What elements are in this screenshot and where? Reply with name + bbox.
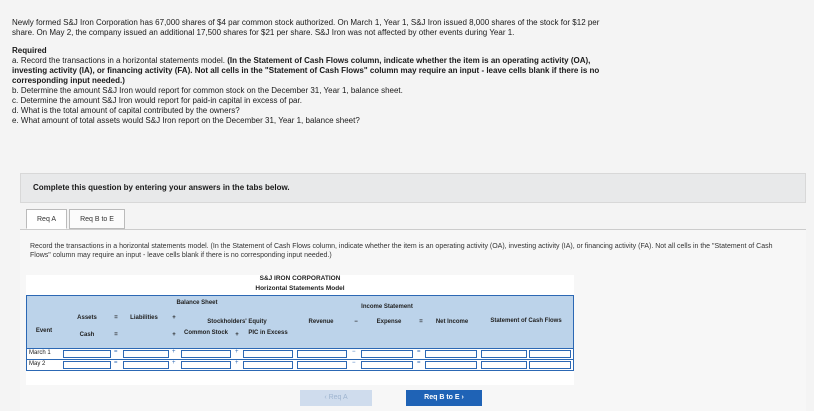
assets-header: Assets [77, 315, 97, 321]
minus-sign: − [354, 319, 358, 325]
tab-req-b-to-e[interactable]: Req B to E [69, 209, 125, 229]
cash-input[interactable] [63, 350, 111, 358]
tab-content: Record the transactions in a horizontal … [20, 229, 806, 411]
balance-sheet-header: Balance Sheet [176, 300, 218, 306]
revenue-header: Revenue [308, 319, 334, 325]
common-stock-input[interactable] [181, 361, 231, 369]
net-income-input[interactable] [425, 350, 477, 358]
statement-of-cash-flows-header: Statement of Cash Flows [490, 318, 562, 324]
liabilities-input[interactable] [123, 361, 169, 369]
next-tab-button[interactable]: Req B to E › [406, 390, 482, 406]
net-income-header: Net Income [435, 319, 469, 325]
cash-input[interactable] [63, 361, 111, 369]
expense-header: Expense [376, 319, 402, 325]
income-statement-header: Income Statement [361, 304, 413, 310]
pic-in-excess-header: PIC in Excess [248, 330, 288, 336]
revenue-input[interactable] [297, 350, 347, 358]
common-stock-header: Common Stock [183, 330, 228, 336]
cash-flow-activity-input[interactable] [529, 361, 571, 369]
problem-statement: Newly formed S&J Iron Corporation has 67… [12, 18, 612, 126]
minus-sign: − [352, 360, 356, 366]
requirement-e: e. What amount of total assets would S&J… [12, 116, 360, 125]
tab-req-a[interactable]: Req A [26, 209, 68, 229]
cash-header: Cash [79, 332, 95, 338]
event-label: May 2 [29, 361, 46, 367]
expense-input[interactable] [361, 361, 413, 369]
equals-sign: = [114, 360, 118, 366]
expense-input[interactable] [361, 350, 413, 358]
requirement-d: d. What is the total amount of capital c… [12, 106, 240, 115]
common-stock-input[interactable] [181, 350, 231, 358]
equals-sign: = [417, 349, 421, 355]
table-row: March 1 = + + − = [26, 349, 574, 360]
required-label: Required [12, 46, 47, 55]
horizontal-statements-model: S&J IRON CORPORATION Horizontal Statemen… [26, 275, 574, 385]
equals-sign: = [417, 360, 421, 366]
instruction-panel: Complete this question by entering your … [20, 173, 806, 203]
requirements-list: a. Record the transactions in a horizont… [12, 56, 612, 126]
plus-sign: + [235, 332, 239, 338]
plus-sign: + [235, 360, 239, 366]
liabilities-input[interactable] [123, 350, 169, 358]
minus-sign: − [352, 349, 356, 355]
liabilities-header: Liabilities [130, 315, 158, 321]
plus-sign: + [172, 315, 176, 321]
cash-flow-activity-input[interactable] [529, 350, 571, 358]
stockholders-equity-header: Stockholders' Equity [207, 319, 267, 325]
plus-sign: + [172, 360, 176, 366]
plus-sign: + [172, 332, 176, 338]
event-header: Event [35, 328, 53, 334]
table-row: May 2 = + + − = [26, 360, 574, 371]
company-title: S&J IRON CORPORATION [259, 275, 341, 282]
cash-flow-amount-input[interactable] [481, 350, 527, 358]
problem-intro: Newly formed S&J Iron Corporation has 67… [12, 18, 600, 37]
pic-in-excess-input[interactable] [243, 361, 293, 369]
requirement-b: b. Determine the amount S&J Iron would r… [12, 86, 403, 95]
requirement-tabs: Req A Req B to E [26, 209, 127, 229]
requirement-c: c. Determine the amount S&J Iron would r… [12, 96, 302, 105]
plus-sign: + [235, 349, 239, 355]
model-title: Horizontal Statements Model [255, 285, 345, 292]
equals-sign: = [419, 319, 423, 325]
net-income-input[interactable] [425, 361, 477, 369]
revenue-input[interactable] [297, 361, 347, 369]
instruction-panel-text: Complete this question by entering your … [33, 183, 290, 192]
equals-sign: = [114, 332, 118, 338]
table-header: Balance Sheet Income Statement Assets = … [26, 295, 574, 349]
plus-sign: + [172, 349, 176, 355]
equals-sign: = [114, 349, 118, 355]
pic-in-excess-input[interactable] [243, 350, 293, 358]
requirement-a-text: a. Record the transactions in a horizont… [12, 56, 225, 65]
equals-sign: = [114, 315, 118, 321]
previous-tab-button[interactable]: ‹ Req A [300, 390, 372, 406]
cash-flow-amount-input[interactable] [481, 361, 527, 369]
event-label: March 1 [29, 350, 51, 356]
requirement-a: a. Record the transactions in a horizont… [12, 56, 612, 86]
tab-instructions: Record the transactions in a horizontal … [30, 243, 773, 259]
